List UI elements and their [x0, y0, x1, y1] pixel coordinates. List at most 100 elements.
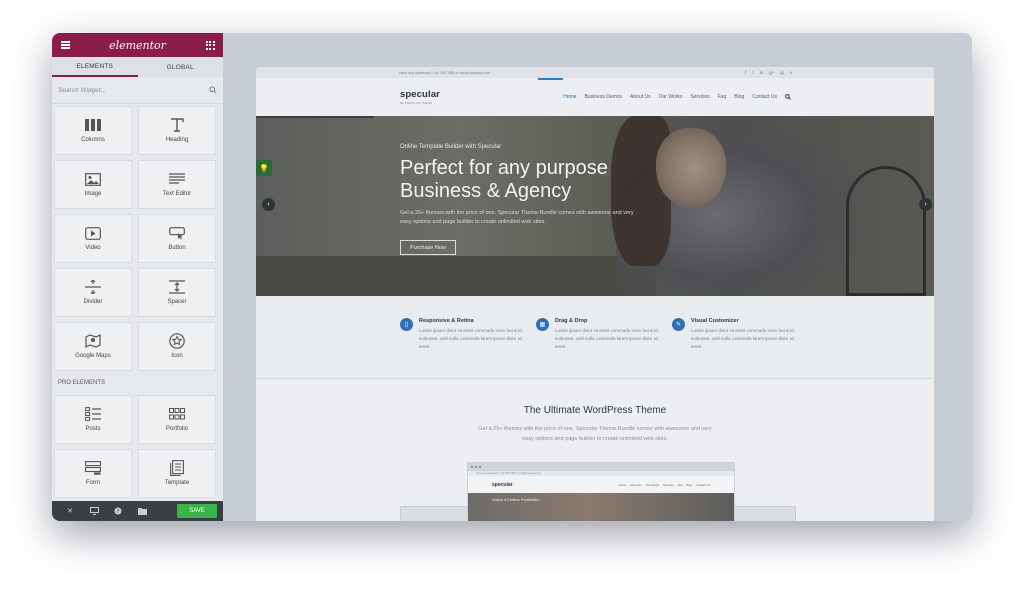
- search-icon: [209, 86, 217, 94]
- template-icon: [169, 460, 185, 476]
- search-input[interactable]: Search Widget...: [58, 87, 106, 94]
- tab-elements[interactable]: ELEMENTS: [52, 57, 138, 77]
- mockup-nav-item: About Us: [630, 482, 642, 487]
- site-preview: Have any questions? +44 7547 888 or info…: [256, 67, 934, 521]
- widget-columns[interactable]: Columns: [54, 106, 132, 155]
- slider-next-arrow-icon[interactable]: ›: [919, 198, 932, 211]
- svg-text:?: ?: [117, 509, 120, 515]
- widget-label: Columns: [81, 137, 105, 143]
- widget-divider[interactable]: Divider: [54, 268, 132, 317]
- heading-icon: [169, 118, 185, 132]
- site-header: specular BUSINESS WP THEME Home Business…: [256, 78, 934, 116]
- widget-video[interactable]: Video: [54, 214, 132, 263]
- menu-icon[interactable]: [58, 38, 72, 52]
- tab-global[interactable]: GLOBAL: [138, 57, 224, 77]
- search-icon[interactable]: [785, 94, 791, 100]
- nav-business-demos[interactable]: Business Demos: [585, 94, 623, 100]
- map-icon: [85, 334, 101, 348]
- widget-image[interactable]: Image: [54, 160, 132, 209]
- widget-icon[interactable]: Icon: [138, 322, 216, 371]
- widget-spacer[interactable]: Spacer: [138, 268, 216, 317]
- columns-icon: [85, 118, 101, 132]
- mockup-nav-item: Home: [618, 482, 627, 487]
- mockup-nav-item: Contact Us: [696, 482, 710, 487]
- widget-posts[interactable]: Posts: [54, 395, 132, 444]
- nav-about-us[interactable]: About Us: [630, 94, 651, 100]
- google-plus-icon[interactable]: g+: [769, 70, 774, 75]
- widget-label: Icon: [171, 353, 183, 359]
- divider-icon: [85, 280, 101, 294]
- site-topbar: Have any questions? +44 7547 888 or info…: [256, 67, 934, 78]
- folder-icon[interactable]: [130, 501, 154, 521]
- widget-heading[interactable]: Heading: [138, 106, 216, 155]
- image-icon: [85, 172, 101, 186]
- linkedin-icon[interactable]: in: [760, 70, 764, 75]
- main-nav: Home Business Demos About Us Our Works S…: [563, 94, 791, 100]
- nav-our-works[interactable]: Our Works: [659, 94, 683, 100]
- widget-button[interactable]: Button: [138, 214, 216, 263]
- app-window: elementor ELEMENTS GLOBAL Search Widget.…: [52, 33, 972, 521]
- topbar-contact: Have any questions? +44 7547 888 or info…: [399, 70, 490, 75]
- social-links: f t in g+ ig v: [745, 70, 792, 75]
- section-title: The Ultimate WordPress Theme: [523, 405, 667, 416]
- hero-slider: 💡 Online Template Builder with Specular …: [256, 116, 934, 296]
- widget-template[interactable]: Template: [138, 449, 216, 498]
- posts-icon: [85, 407, 101, 421]
- widget-list: Columns Heading Image Text Editor Video: [54, 106, 220, 498]
- widget-label: Google Maps: [75, 353, 111, 359]
- instagram-icon[interactable]: ig: [780, 70, 784, 75]
- responsive-mode-icon[interactable]: [82, 501, 106, 521]
- panel-header: elementor: [52, 33, 223, 57]
- nav-contact-us[interactable]: Contact Us: [752, 94, 777, 100]
- slider-progress: [256, 116, 374, 118]
- widgets-grid-icon[interactable]: [203, 38, 217, 52]
- star-icon: [169, 333, 185, 349]
- mockup-browser-bar: [468, 463, 734, 471]
- feature-title: Responsive & Retina: [419, 318, 474, 324]
- portfolio-icon: [169, 407, 185, 421]
- drag-drop-icon: ▦: [536, 318, 549, 331]
- lightbulb-icon[interactable]: 💡: [256, 160, 272, 176]
- nav-services[interactable]: Services: [690, 94, 709, 100]
- slider-prev-arrow-icon[interactable]: ‹: [262, 198, 275, 211]
- form-icon: [85, 461, 101, 475]
- nav-home[interactable]: Home: [563, 94, 576, 100]
- widget-label: Divider: [83, 299, 103, 305]
- hero-title: Perfect for any purpose Business & Agenc…: [400, 157, 650, 203]
- purchase-now-button[interactable]: Purchase Now: [400, 240, 456, 255]
- panel-footer: ✕ ? SAVE: [52, 501, 223, 521]
- vimeo-icon[interactable]: v: [790, 70, 792, 75]
- hero-title-line-1: Perfect for any purpose: [400, 157, 608, 179]
- widget-portfolio[interactable]: Portfolio: [138, 395, 216, 444]
- pro-elements-heading: PRO ELEMENTS: [58, 380, 106, 386]
- twitter-icon[interactable]: t: [752, 70, 753, 75]
- site-logo[interactable]: specular BUSINESS WP THEME: [400, 89, 440, 105]
- close-icon[interactable]: ✕: [58, 501, 82, 521]
- widget-form[interactable]: Form: [54, 449, 132, 498]
- facebook-icon[interactable]: f: [745, 70, 746, 75]
- nav-blog[interactable]: Blog: [734, 94, 744, 100]
- nav-faq[interactable]: Faq: [718, 94, 727, 100]
- mobile-icon: ▯: [400, 318, 413, 331]
- brand-tagline: BUSINESS WP THEME: [400, 101, 433, 105]
- features-section: ▯ Responsive & Retina Lorem ipsum dolor …: [256, 296, 934, 379]
- mockup-brand: specular: [492, 481, 513, 488]
- help-icon[interactable]: ?: [106, 501, 130, 521]
- widget-label: Form: [86, 480, 100, 486]
- save-button[interactable]: SAVE: [177, 504, 217, 518]
- widget-text-editor[interactable]: Text Editor: [138, 160, 216, 209]
- widget-label: Text Editor: [162, 191, 192, 197]
- hero-title-line-2: Business & Agency: [400, 180, 572, 202]
- preview-canvas: Have any questions? +44 7547 888 or info…: [223, 33, 972, 521]
- widget-google-maps[interactable]: Google Maps: [54, 322, 132, 371]
- mockup-nav-item: Our Works: [645, 482, 659, 487]
- pencil-icon: ✎: [672, 318, 685, 331]
- spacer-icon: [169, 280, 185, 294]
- elementor-panel: elementor ELEMENTS GLOBAL Search Widget.…: [52, 33, 223, 521]
- feature-item: ✎ Visual Customizer Lorem ipsum dolor si…: [672, 318, 802, 351]
- widget-search[interactable]: Search Widget...: [52, 77, 223, 104]
- feature-item: ▦ Drag & Drop Lorem ipsum dolor sit amet…: [536, 318, 666, 351]
- feature-item: ▯ Responsive & Retina Lorem ipsum dolor …: [400, 318, 530, 351]
- mockup-hero-text: Unique & Endless Possibilities: [492, 498, 540, 502]
- nav-active-indicator: [538, 78, 563, 80]
